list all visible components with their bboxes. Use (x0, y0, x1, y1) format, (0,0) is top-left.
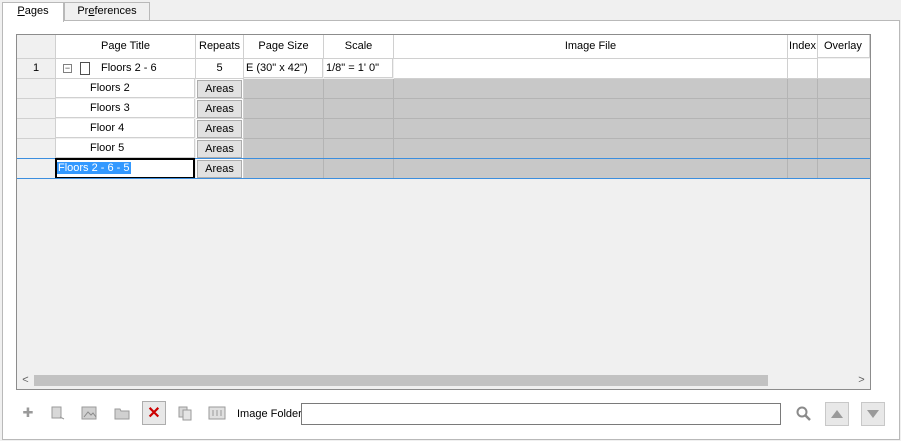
index-cell-disabled (788, 99, 818, 119)
image-folder-label: Image Folder (237, 408, 302, 420)
row-number (17, 79, 56, 99)
image-file-cell-disabled (394, 79, 788, 99)
image-file-cell-disabled (394, 99, 788, 119)
overlay-cell-disabled (818, 79, 870, 99)
scale-cell-disabled (324, 79, 394, 99)
repeats-cell: Areas (196, 79, 244, 99)
delete-icon[interactable]: ✕ (142, 401, 166, 425)
areas-button[interactable]: Areas (197, 80, 242, 98)
tab-preferences[interactable]: Preferences (64, 2, 150, 20)
scale-cell-disabled (324, 159, 394, 179)
add-page-icon[interactable] (46, 401, 70, 425)
selected-row-bottom-line (17, 178, 870, 179)
row-number (17, 99, 56, 119)
page-size-cell-disabled (244, 159, 324, 179)
column-header-image-file[interactable]: Image File (394, 35, 788, 59)
row-number: 1 (17, 59, 56, 79)
column-header-overlay[interactable]: Overlay (818, 35, 870, 58)
page-title-cell[interactable]: Floor 4 (56, 119, 195, 138)
areas-button[interactable]: Areas (197, 140, 242, 158)
image-file-cell[interactable] (394, 59, 788, 79)
areas-button[interactable]: Areas (197, 120, 242, 138)
minus-box-icon[interactable]: − (63, 64, 72, 73)
move-down-icon[interactable] (861, 402, 885, 426)
page-title-text: Floors 2 - 6 (101, 62, 157, 74)
scroll-left-arrow-icon[interactable]: < (17, 372, 34, 389)
tab-preferences-prefix: Pr (77, 5, 89, 17)
index-cell-disabled (788, 119, 818, 139)
image-icon[interactable] (77, 401, 101, 425)
horizontal-scrollbar[interactable]: < > (17, 372, 870, 389)
index-cell-disabled (788, 139, 818, 159)
overlay-cell-disabled (818, 119, 870, 139)
repeats-cell: Areas (196, 119, 244, 139)
column-header-index[interactable]: Index (788, 35, 818, 59)
image-folder-input[interactable] (301, 403, 781, 425)
page-title-cell[interactable]: − Floors 2 - 6 (56, 59, 196, 79)
corner-header (17, 35, 56, 59)
page-title-edit-field[interactable]: Floors 2 - 6 - 5 (55, 158, 195, 179)
index-cell-disabled (788, 79, 818, 99)
overlay-cell-disabled (818, 139, 870, 159)
scale-cell-disabled (324, 99, 394, 119)
page-title-cell[interactable]: Floor 5 (56, 139, 195, 158)
image-file-cell-disabled (394, 119, 788, 139)
page-title-edit-text: Floors 2 - 6 - 5 (57, 162, 131, 174)
repeats-cell: Areas (196, 139, 244, 159)
row-number (17, 159, 56, 179)
image-file-cell-disabled (394, 159, 788, 179)
repeats-cell: Areas (196, 159, 244, 179)
page-size-cell-disabled (244, 99, 324, 119)
repeats-cell[interactable]: 5 (196, 59, 244, 79)
page-size-cell-disabled (244, 79, 324, 99)
column-header-scale[interactable]: Scale (324, 35, 394, 59)
row-number (17, 139, 56, 159)
overlay-cell-disabled (818, 159, 870, 179)
column-header-page-title[interactable]: Page Title (56, 35, 196, 59)
index-cell-disabled (788, 159, 818, 179)
add-icon[interactable]: ✚ (16, 401, 40, 425)
column-header-page-size[interactable]: Page Size (244, 35, 324, 59)
overlay-cell-disabled (818, 99, 870, 119)
page-size-cell[interactable]: E (30" x 42") (244, 59, 323, 78)
image-file-cell-disabled (394, 139, 788, 159)
scale-cell-disabled (324, 139, 394, 159)
pages-grid[interactable]: Page Title Repeats Page Size Scale Image… (16, 34, 871, 390)
overlay-cell[interactable] (818, 59, 870, 79)
tab-pages-label: ages (24, 5, 49, 17)
areas-button[interactable]: Areas (197, 100, 242, 118)
scrollbar-thumb[interactable] (34, 375, 768, 386)
page-title-cell[interactable]: Floors 2 (56, 79, 195, 98)
tab-preferences-label: ferences (94, 5, 137, 17)
page-size-cell-disabled (244, 119, 324, 139)
scroll-right-arrow-icon[interactable]: > (853, 372, 870, 389)
move-up-icon[interactable] (825, 402, 849, 426)
page-size-cell-disabled (244, 139, 324, 159)
folder-icon[interactable] (110, 401, 134, 425)
properties-icon[interactable] (205, 401, 229, 425)
tab-pages-mnemonic: P (17, 5, 25, 17)
column-header-repeats[interactable]: Repeats (196, 35, 244, 59)
document-icon (80, 62, 90, 75)
page-title-cell[interactable]: Floors 3 (56, 99, 195, 118)
scale-cell-disabled (324, 119, 394, 139)
row-number (17, 119, 56, 139)
tab-pages[interactable]: Pages (2, 2, 64, 22)
scale-cell[interactable]: 1/8" = 1' 0" (324, 59, 393, 78)
areas-button[interactable]: Areas (197, 160, 242, 178)
repeats-cell: Areas (196, 99, 244, 119)
search-icon[interactable] (792, 402, 816, 426)
copy-icon[interactable] (173, 401, 197, 425)
index-cell[interactable] (788, 59, 818, 79)
